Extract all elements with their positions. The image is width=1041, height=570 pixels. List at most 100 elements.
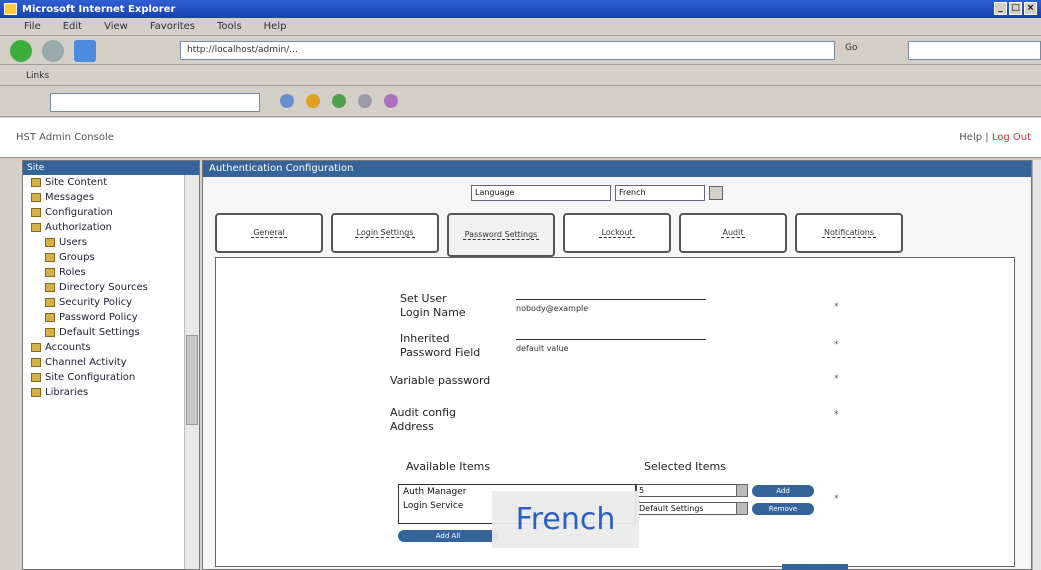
sidebar-item-label: Security Policy [59,297,133,308]
tab-notifications[interactable]: Notifications [795,213,903,253]
user-input-top[interactable] [516,286,706,300]
scrollbar-thumb[interactable] [186,335,198,425]
star-icon[interactable] [306,94,320,108]
password-label-line2: Password Field [400,346,481,359]
go-button[interactable]: Go [845,43,857,53]
sidebar-item[interactable]: Password Policy [23,310,199,325]
sidebar-item[interactable]: Site Content [23,175,199,190]
main-header: Authentication Configuration [203,161,1031,177]
folder-icon [45,237,55,247]
tab-login-settings[interactable]: Login Settings [331,213,439,253]
sidebar-item-label: Site Content [45,177,108,188]
tab-lockout[interactable]: Lockout [563,213,671,253]
sidebar-item-label: Password Policy [59,312,138,323]
address-input[interactable]: http://localhost/admin/... [180,41,835,60]
audit-label-line2: Address [390,420,434,433]
folder-icon [45,252,55,262]
selected-option-1[interactable]: 5 [636,484,748,497]
sidebar-item[interactable]: Directory Sources [23,280,199,295]
folder-icon [31,192,41,202]
folder-icon [31,387,41,397]
sidebar-item[interactable]: Configuration [23,205,199,220]
links-label[interactable]: Links [26,71,49,81]
folder-icon [31,177,41,187]
messenger-icon[interactable] [384,94,398,108]
sidebar-item-label: Libraries [45,387,89,398]
folder-icon [31,357,41,367]
tab-audit[interactable]: Audit [679,213,787,253]
variable-password-label: Variable password [390,374,491,387]
add-button[interactable]: Add [752,485,814,497]
ie-icon [4,3,17,15]
sidebar-item[interactable]: Accounts [23,340,199,355]
selected-header: Selected Items [644,460,726,473]
menu-file[interactable]: File [24,21,41,32]
menu-view[interactable]: View [104,21,128,32]
menu-help[interactable]: Help [264,21,287,32]
menu-tools[interactable]: Tools [217,21,242,32]
refresh-icon[interactable] [280,94,294,108]
menu-favorites[interactable]: Favorites [150,21,195,32]
logout-link[interactable]: Log Out [992,132,1031,143]
sidebar-item-label: Authorization [45,222,112,233]
sidebar-item[interactable]: Libraries [23,385,199,400]
tab-general[interactable]: General [215,213,323,253]
history-icon[interactable] [332,94,346,108]
required-marker: * [834,340,839,350]
sidebar-header: Site [23,161,199,175]
sidebar-item[interactable]: Groups [23,250,199,265]
required-marker: * [834,410,839,420]
window-title: Microsoft Internet Explorer [22,3,176,15]
sidebar-item[interactable]: Users [23,235,199,250]
sidebar-item[interactable]: Roles [23,265,199,280]
sidebar-item[interactable]: Default Settings [23,325,199,340]
selected-option-2[interactable]: Default Settings [636,502,748,515]
remove-button[interactable]: Remove [752,503,814,515]
password-input[interactable]: default value [516,344,626,358]
language-select[interactable]: French [615,185,705,201]
sidebar-item[interactable]: Messages [23,190,199,205]
sidebar-item[interactable]: Site Configuration [23,370,199,385]
sidebar-item-label: Groups [59,252,95,263]
save-button[interactable] [782,564,848,570]
chevron-down-icon[interactable] [709,186,723,200]
mail-icon[interactable] [358,94,372,108]
sidebar-item[interactable]: Security Policy [23,295,199,310]
links-bar: Links [0,66,1041,86]
user-label-line1: Set User [400,292,447,305]
sidebar-item-label: Roles [59,267,86,278]
sidebar-item[interactable]: Authorization [23,220,199,235]
page-scrollbar[interactable] [1032,160,1041,570]
folder-icon [31,207,41,217]
folder-icon [31,372,41,382]
home-icon[interactable] [74,39,96,62]
search-field[interactable] [908,41,1041,60]
chevron-down-icon[interactable] [736,484,748,497]
toolbar-search-input[interactable] [50,93,260,112]
language-overlay-label: French [492,491,639,548]
folder-icon [45,312,55,322]
chevron-down-icon[interactable] [736,502,748,515]
help-link[interactable]: Help [959,132,982,143]
sidebar-item-label: Default Settings [59,327,140,338]
menu-edit[interactable]: Edit [63,21,82,32]
forward-icon[interactable] [42,39,64,62]
address-toolbar: http://localhost/admin/... Go [0,37,1041,65]
back-icon[interactable] [10,39,32,62]
maximize-button[interactable]: □ [1009,2,1022,15]
user-input[interactable]: nobody@example [516,304,626,318]
tab-label: Password Settings [462,230,540,240]
language-field[interactable]: Language [471,185,611,201]
password-input-top[interactable] [516,326,706,340]
tab-label: General [251,228,287,238]
menu-bar: File Edit View Favorites Tools Help [0,18,1041,36]
available-header: Available Items [406,460,491,473]
sidebar-item[interactable]: Channel Activity [23,355,199,370]
add-all-button[interactable]: Add All [398,530,498,542]
app-header: HST Admin Console Help | Log Out [0,118,1041,158]
tab-password-settings[interactable]: Password Settings [447,213,555,257]
tab-label: Notifications [821,228,877,238]
sidebar-scrollbar[interactable] [184,175,199,569]
close-button[interactable]: × [1024,2,1037,15]
minimize-button[interactable]: _ [994,2,1007,15]
